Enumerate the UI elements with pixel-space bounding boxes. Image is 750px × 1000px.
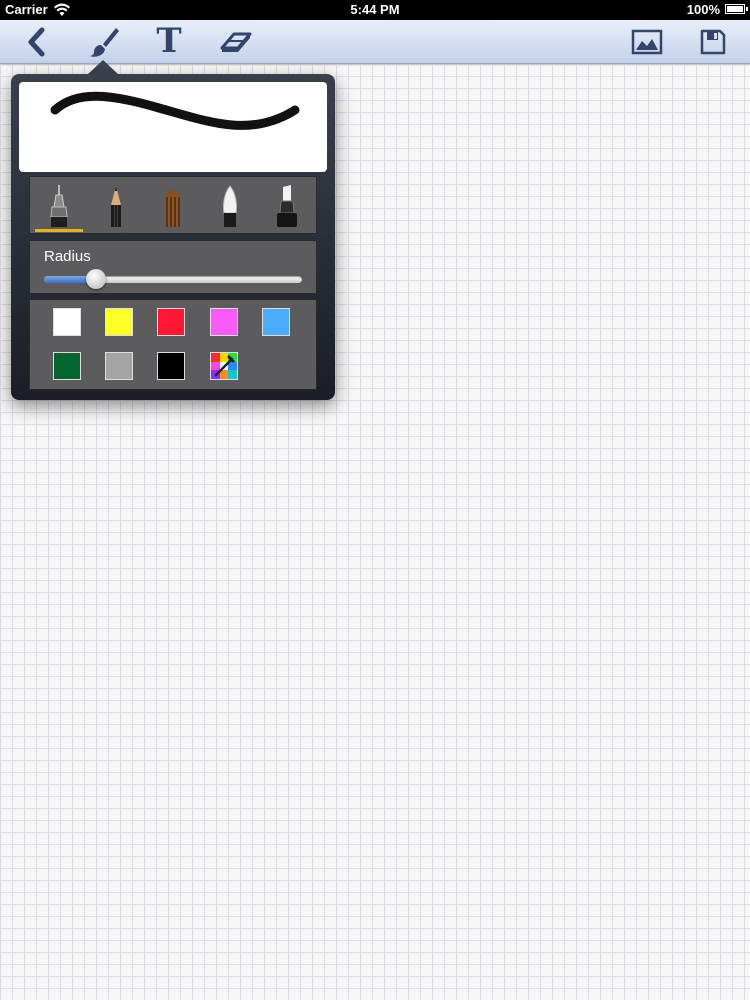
color-swatch-red[interactable] (157, 308, 185, 336)
color-wheel-icon (211, 353, 237, 379)
pencil-icon (111, 186, 121, 227)
radius-slider-thumb[interactable] (85, 269, 106, 289)
popover-arrow (87, 60, 119, 75)
brush-pencil[interactable] (92, 181, 140, 231)
save-icon (700, 29, 726, 54)
color-swatch-gray[interactable] (105, 352, 133, 380)
insert-image-button[interactable] (628, 20, 666, 63)
brush-selector (29, 176, 317, 234)
save-button[interactable] (694, 20, 732, 63)
stroke-preview (19, 82, 327, 172)
custom-color-picker-button[interactable] (210, 352, 238, 380)
color-swatch-yellow[interactable] (105, 308, 133, 336)
clock: 5:44 PM (350, 2, 400, 17)
brush-crayon[interactable] (149, 181, 197, 231)
text-tool-button[interactable]: T (150, 20, 188, 63)
text-tool-icon: T (156, 21, 182, 61)
image-icon (631, 29, 663, 54)
color-swatch-light-blue[interactable] (262, 308, 290, 336)
color-palette (29, 299, 317, 390)
brush-round[interactable] (206, 181, 254, 231)
paintbrush-icon (90, 27, 119, 57)
color-swatch-dark-green[interactable] (53, 352, 81, 380)
status-bar: Carrier 5:44 PM 100% (0, 0, 750, 20)
brush-marker[interactable] (263, 181, 311, 231)
brush-settings-popover: Radius (11, 74, 335, 400)
color-swatch-white[interactable] (53, 308, 81, 336)
radius-panel: Radius (29, 240, 317, 294)
color-swatch-magenta[interactable] (210, 308, 238, 336)
marker-icon (277, 185, 297, 227)
technical-pen-icon (50, 185, 68, 227)
brush-tool-button[interactable] (84, 20, 124, 63)
crayon-icon (166, 190, 180, 227)
back-chevron-icon (28, 27, 45, 56)
battery-percent: 100% (686, 2, 720, 17)
round-brush-icon (223, 185, 237, 227)
toolbar: T (0, 20, 750, 64)
eraser-tool-button[interactable] (216, 20, 256, 63)
color-swatch-black[interactable] (157, 352, 185, 380)
radius-slider[interactable] (44, 269, 302, 289)
battery-icon (725, 4, 748, 14)
back-button[interactable] (18, 20, 54, 63)
radius-label: Radius (44, 248, 91, 265)
eraser-icon (220, 32, 252, 52)
brush-technical-pen[interactable] (35, 181, 83, 232)
